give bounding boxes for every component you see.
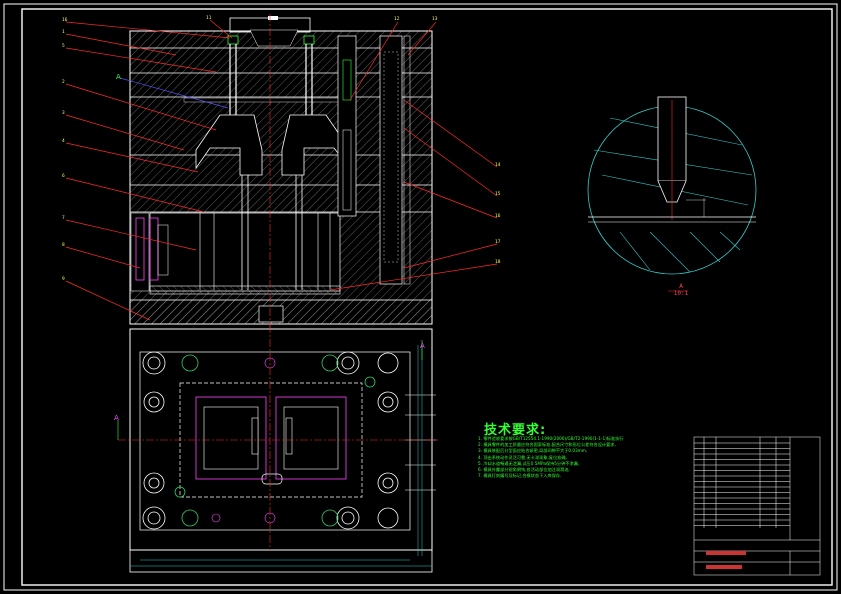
view-mark-top: A: [116, 73, 121, 81]
section-letter: A: [679, 283, 683, 290]
balloon: 1: [62, 30, 65, 35]
detail-view: [587, 96, 757, 292]
balloon: 7: [62, 216, 65, 221]
title-block-fill: [706, 551, 746, 569]
view-mark-plan-right: A: [420, 342, 425, 350]
balloon: 17: [495, 240, 501, 245]
balloon: 8: [62, 243, 65, 248]
plan-view: [117, 325, 440, 573]
tech-requirements-notes: 1. 零件验收要求按GB/T12554.1-1990(2006)/GB/T2-1…: [478, 436, 668, 479]
balloon: 11: [206, 16, 212, 21]
balloon: 3: [62, 111, 65, 116]
balloon: 9: [62, 277, 65, 282]
balloon: 14: [495, 163, 501, 168]
balloon: 2: [62, 80, 65, 85]
balloon: 4: [62, 139, 65, 144]
front-section-view: [119, 14, 433, 330]
view-mark-plan-left: A: [114, 414, 119, 422]
detail-section-label: A 10:1: [666, 283, 696, 297]
balloon: 6: [62, 174, 65, 179]
balloon: 18: [495, 260, 501, 265]
tech-note: 7. 模具打刻编号及标记,合模状态下入库保存.: [478, 473, 562, 479]
balloon: 13: [432, 17, 438, 22]
cad-drawing: [3, 3, 838, 591]
balloon: 16: [495, 214, 501, 219]
balloon: 12: [394, 17, 400, 22]
balloon: 5: [62, 44, 65, 49]
section-scale: 10:1: [673, 290, 689, 297]
balloon: 16: [62, 18, 68, 23]
balloon: 15: [495, 192, 501, 197]
